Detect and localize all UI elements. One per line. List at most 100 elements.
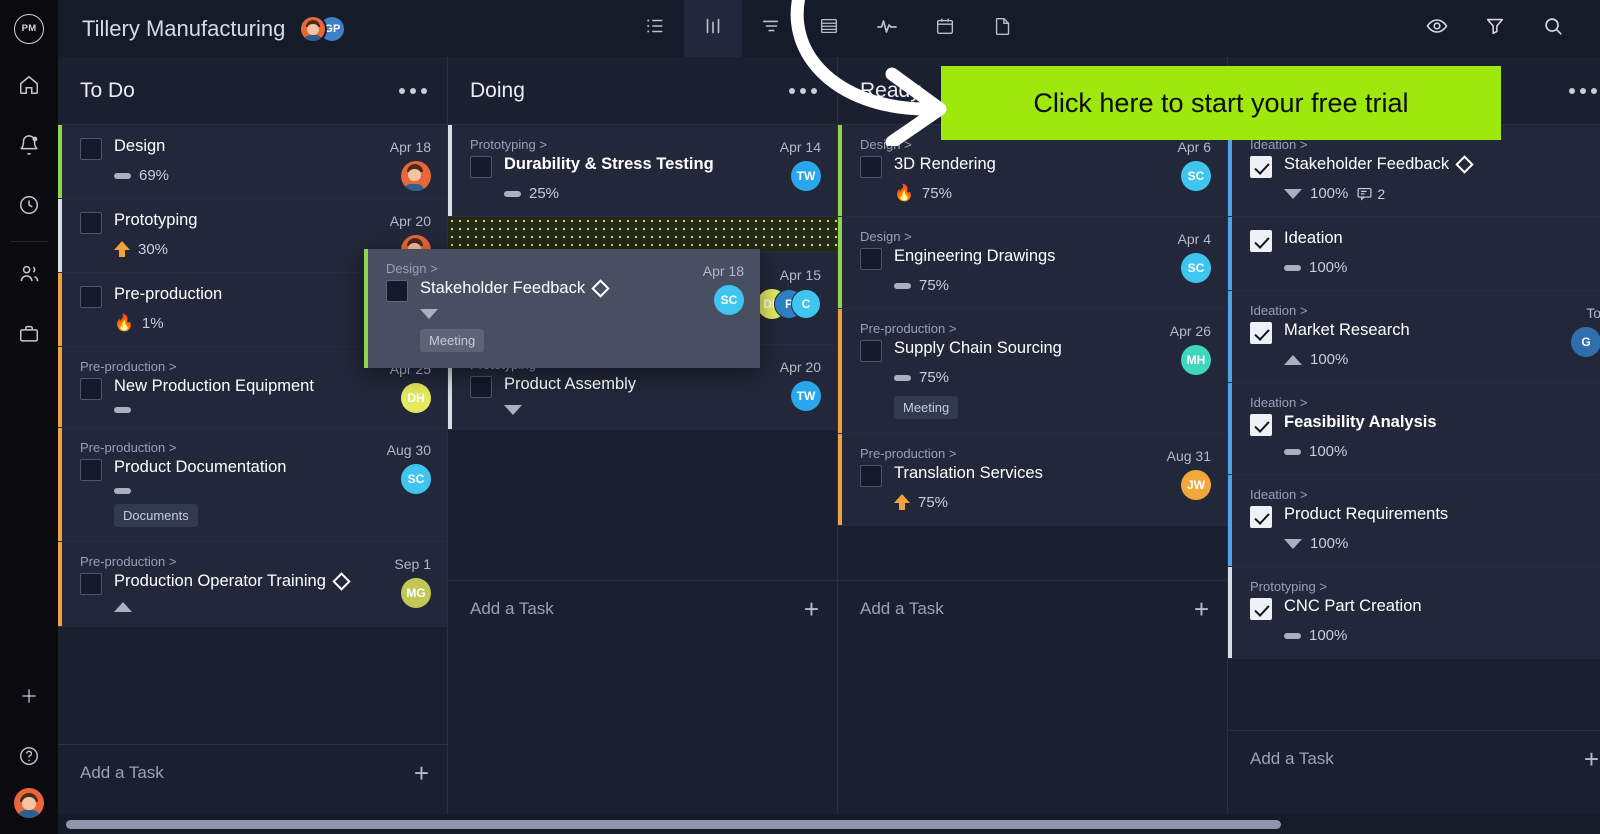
card-tag[interactable]: Meeting [894,396,958,419]
card-title: Product Assembly [504,375,636,394]
task-card[interactable]: Prototyping >CNC Part Creation100% [1228,567,1600,659]
card-checkbox[interactable] [1250,598,1272,620]
view-options-button[interactable] [1408,0,1466,57]
task-card[interactable]: Design69%Apr 18 [58,125,447,199]
plus-icon: + [804,596,819,622]
card-checkbox[interactable] [80,286,102,308]
card-assignee-avatar[interactable]: TW [791,161,821,191]
card-assignee-avatar[interactable]: SC [1181,253,1211,283]
filter-icon [1484,15,1506,42]
card-tag[interactable]: Meeting [420,329,484,352]
dragged-card[interactable]: Design > Stakeholder Feedback Meeting Ap… [364,249,760,368]
task-card[interactable]: Ideation100% [1228,217,1600,291]
card-checkbox[interactable] [80,378,102,400]
rail-item-portfolio[interactable] [0,306,58,366]
search-button[interactable] [1524,0,1582,57]
card-checkbox[interactable] [1250,414,1272,436]
card-assignee-avatar[interactable]: G [1571,327,1600,357]
task-card[interactable]: Pre-production >Translation Services75%A… [838,434,1227,526]
card-assignee-avatar[interactable]: SC [401,464,431,494]
card-checkbox[interactable] [470,376,492,398]
scrollbar-thumb[interactable] [66,820,1281,829]
people-icon [18,262,41,290]
task-card[interactable]: Pre-production >Product DocumentationDoc… [58,428,447,542]
free-trial-cta-banner[interactable]: Click here to start your free trial [941,66,1501,140]
top-bar-actions [1408,0,1600,57]
priority-down-icon [420,309,438,319]
rail-item-home[interactable] [0,57,58,117]
task-card[interactable]: Design >Engineering Drawings75%Apr 4SC [838,217,1227,309]
card-breadcrumb: Ideation > [1250,303,1600,318]
rail-item-timesheets[interactable] [0,177,58,237]
column-menu-button[interactable] [1569,88,1597,94]
project-members[interactable]: GP [299,15,346,43]
tab-list[interactable] [626,0,684,57]
add-task-button[interactable]: Add a Task+ [838,580,1227,636]
tab-workload[interactable] [858,0,916,57]
task-card[interactable]: Ideation >Feasibility Analysis100% [1228,383,1600,475]
card-assignee-avatar[interactable]: MH [1181,345,1211,375]
card-checkbox[interactable] [860,340,882,362]
card-checkbox[interactable] [1250,156,1272,178]
horizontal-scrollbar[interactable] [58,814,1600,834]
rail-item-help[interactable] [0,728,58,788]
card-checkbox[interactable] [860,465,882,487]
card-checkbox[interactable] [80,138,102,160]
add-task-button[interactable]: Add a Task+ [58,744,447,800]
card-comment-count[interactable]: 2 [1356,185,1385,202]
rail-item-add[interactable] [0,668,58,728]
rail-item-notifications[interactable] [0,117,58,177]
card-assignee-avatar[interactable] [401,161,431,191]
tab-board[interactable] [684,0,742,57]
card-checkbox[interactable] [386,280,408,302]
task-card[interactable]: Ideation >Market Research100%ToG [1228,291,1600,383]
filter-button[interactable] [1466,0,1524,57]
tab-calendar[interactable] [916,0,974,57]
progress-dash-icon [1284,633,1301,639]
card-meta [114,602,431,612]
card-checkbox[interactable] [860,248,882,270]
rail-item-team[interactable] [0,246,58,306]
card-due-date: Apr 26 [1170,323,1211,339]
column-menu-button[interactable] [399,88,427,94]
tab-sheet[interactable] [800,0,858,57]
card-main-row: Engineering Drawings [860,247,1211,270]
card-checkbox[interactable] [80,212,102,234]
task-card[interactable]: Ideation >Product Requirements100% [1228,475,1600,567]
tab-gantt[interactable] [742,0,800,57]
card-progress-percent: 100% [1310,185,1348,202]
add-task-button[interactable]: Add a Task+ [448,580,837,636]
card-checkbox[interactable] [1250,230,1272,252]
card-accent-bar [1228,383,1232,474]
card-main-row: Feasibility Analysis [1250,413,1600,436]
card-checkbox[interactable] [860,156,882,178]
card-tag[interactable]: Documents [114,504,198,527]
card-due-date: Apr 6 [1178,139,1211,155]
tab-files[interactable] [974,0,1032,57]
card-assignee-avatar[interactable]: TW [791,381,821,411]
card-checkbox[interactable] [470,156,492,178]
member-avatar-owner[interactable] [299,15,327,43]
card-checkbox[interactable] [80,573,102,595]
card-assignee-avatar[interactable]: SC [714,285,744,315]
card-progress-percent: 25% [529,185,559,202]
card-assignee-avatar[interactable]: MG [401,578,431,608]
card-checkbox[interactable] [1250,506,1272,528]
app-logo[interactable]: PM [0,0,58,57]
card-assignee-avatar[interactable]: C [791,289,821,319]
task-card[interactable]: Pre-production >Production Operator Trai… [58,542,447,627]
rail-user-avatar[interactable] [14,788,44,818]
card-right-col: Sep 1MG [394,556,431,608]
card-due-date: Apr 14 [780,139,821,155]
card-assignees: JW [1181,470,1211,500]
card-assignee-avatar[interactable]: JW [1181,470,1211,500]
column-menu-button[interactable] [789,88,817,94]
card-title: Pre-production [114,285,222,304]
task-card[interactable]: Pre-production >Supply Chain Sourcing75%… [838,309,1227,434]
card-checkbox[interactable] [1250,322,1272,344]
card-checkbox[interactable] [80,459,102,481]
add-task-button[interactable]: Add a Task+ [1228,730,1600,786]
task-card[interactable]: Prototyping >Durability & Stress Testing… [448,125,837,217]
card-assignee-avatar[interactable]: SC [1181,161,1211,191]
card-assignee-avatar[interactable]: DH [401,383,431,413]
